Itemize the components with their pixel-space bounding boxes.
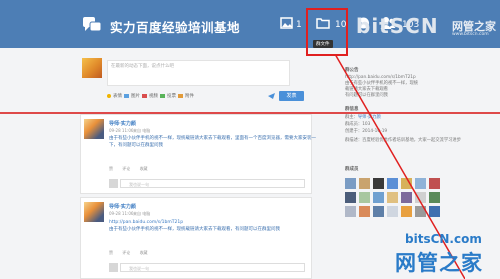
group-title: 实力百度经验培训基地 <box>110 20 241 35</box>
collect-button[interactable]: 收藏 <box>140 250 148 255</box>
watermark-url: www.bitscn.com <box>452 32 489 37</box>
vote-tool-label: 投票 <box>167 94 176 99</box>
chat-bubbles-icon <box>83 17 102 32</box>
comment-input[interactable]: 我也说一句 <box>120 179 305 188</box>
comment-placeholder: 我也说一句 <box>129 266 149 271</box>
post-author[interactable]: 导师·实力颜 <box>109 203 136 210</box>
watermark-bits: bitsCN.com <box>405 232 482 246</box>
post-actions: 赞 评论 收藏 <box>109 166 148 172</box>
comment-avatar <box>109 179 118 188</box>
post-composer-input[interactable]: 在最新的动态下面，说点什么吧 <box>107 60 290 86</box>
watermark-top: bitSCN 网管之家 www.bitscn.com <box>356 12 496 40</box>
attachment-tool[interactable]: 附件 <box>178 93 194 99</box>
vote-tool[interactable]: 投票 <box>160 93 176 99</box>
image-icon <box>280 17 293 29</box>
image-tool-label: 图片 <box>131 94 140 99</box>
post-text: 由于有些小伙伴手机的视不一样，现统载链请大家去下载观看，里面有一个百度浏览器，需… <box>109 136 316 148</box>
comment-button[interactable]: 评论 <box>122 250 130 255</box>
emoji-tool[interactable]: 表情 <box>107 93 122 99</box>
comment-avatar <box>109 263 118 272</box>
video-tool-label: 视频 <box>149 94 158 99</box>
vote-icon <box>160 93 165 98</box>
post-text: 由于有些小伙伴手机的视不一样，现统载链请大家去下载观看，有问题可以在群里问我 <box>109 227 280 232</box>
image-tool[interactable]: 图片 <box>124 93 140 99</box>
collect-button[interactable]: 收藏 <box>140 166 148 171</box>
post-source: 来自 电脑 <box>133 211 151 216</box>
picture-icon <box>124 93 129 98</box>
post-date: 09-28 11:06 <box>109 128 134 133</box>
send-plane-icon <box>268 93 275 99</box>
comment-input[interactable]: 我也说一句 <box>120 263 305 272</box>
post-date: 09-28 11:06 <box>109 211 134 216</box>
files-highlight-box <box>306 8 348 56</box>
composer-placeholder: 在最新的动态下面，说点什么吧 <box>111 64 174 69</box>
post-author[interactable]: 导师·实力颜 <box>109 120 136 127</box>
like-button[interactable]: 赞 <box>109 166 113 171</box>
current-user-avatar[interactable] <box>82 58 102 78</box>
publish-button[interactable]: 发表 <box>279 91 304 101</box>
album-count: 1 <box>296 20 302 30</box>
like-button[interactable]: 赞 <box>109 250 113 255</box>
album-stat[interactable]: 1 <box>280 16 304 34</box>
attachment-tool-label: 附件 <box>185 94 194 99</box>
comment-placeholder: 我也说一句 <box>129 182 149 187</box>
paperclip-icon <box>178 93 183 98</box>
comment-button[interactable]: 评论 <box>122 166 130 171</box>
post-link[interactable]: http://pan.baidu.com/s/1bmT21p <box>109 219 319 226</box>
watermark-cn-large: 网管之家 <box>395 251 483 275</box>
post-actions: 赞 评论 收藏 <box>109 250 148 256</box>
emoji-tool-label: 表情 <box>113 94 122 99</box>
video-tool[interactable]: 视频 <box>142 93 158 99</box>
emoji-icon <box>107 93 111 98</box>
watermark-bottom: bitsCN.com 网管之家 <box>395 232 500 279</box>
post-avatar[interactable] <box>84 202 104 222</box>
post-avatar[interactable] <box>84 119 104 139</box>
post-source: 来自 电脑 <box>133 128 151 133</box>
video-icon <box>142 93 147 98</box>
watermark-sign: bitSCN <box>356 14 439 38</box>
files-tooltip: 群文件 <box>313 40 333 48</box>
